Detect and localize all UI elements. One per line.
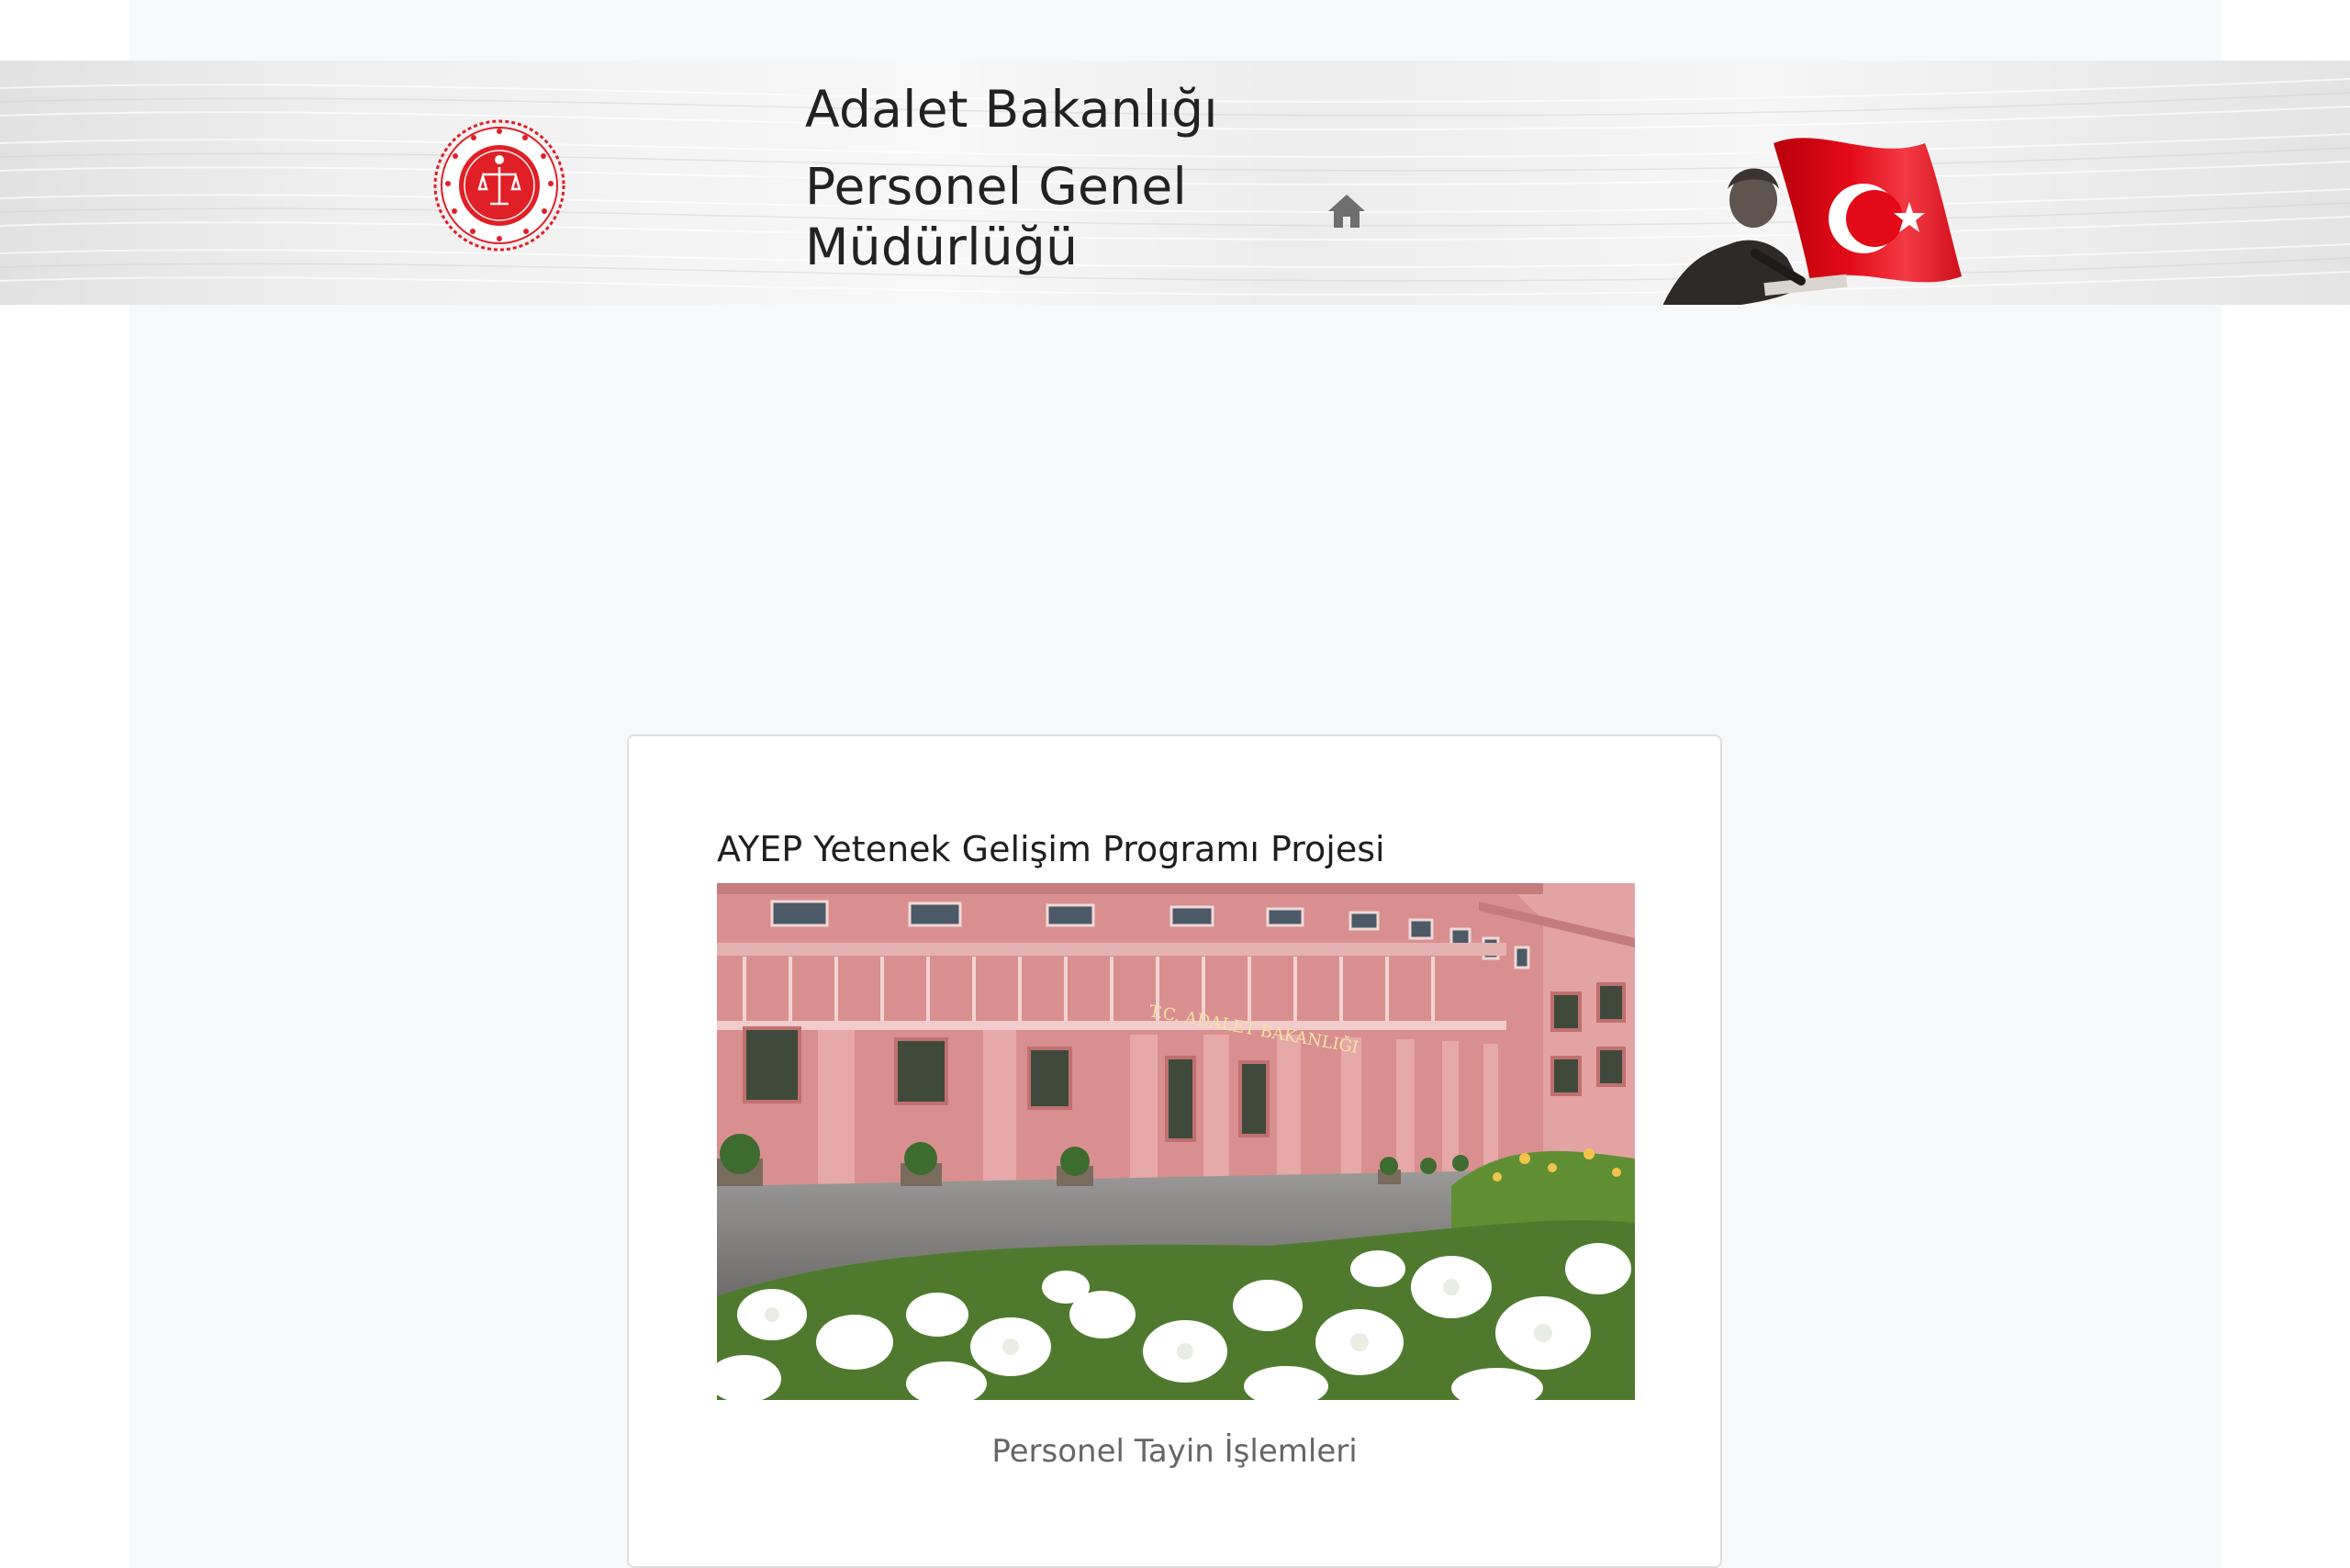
title-directorate-line2: Müdürlüğü bbox=[805, 218, 1079, 276]
site-title: Adalet Bakanlığı Personel Genel Müdürlüğ… bbox=[805, 79, 1218, 277]
ataturk-flag-image bbox=[1663, 97, 1966, 305]
project-card: AYEP Yetenek Gelişim Programı Projesi T.… bbox=[627, 734, 1722, 1568]
ministry-building-photo[interactable]: T.C. ADALET BAKANLIĞI bbox=[717, 883, 1635, 1400]
title-directorate-line1: Personel Genel bbox=[805, 157, 1188, 216]
title-ministry: Adalet Bakanlığı bbox=[805, 80, 1218, 139]
personnel-assignment-link[interactable]: Personel Tayin İşlemleri bbox=[629, 1430, 1720, 1473]
card-title: AYEP Yetenek Gelişim Programı Projesi bbox=[717, 829, 1385, 869]
home-icon[interactable] bbox=[1326, 193, 1367, 230]
ministry-emblem-icon bbox=[433, 119, 565, 252]
header-banner: Adalet Bakanlığı Personel Genel Müdürlüğ… bbox=[0, 61, 2350, 305]
